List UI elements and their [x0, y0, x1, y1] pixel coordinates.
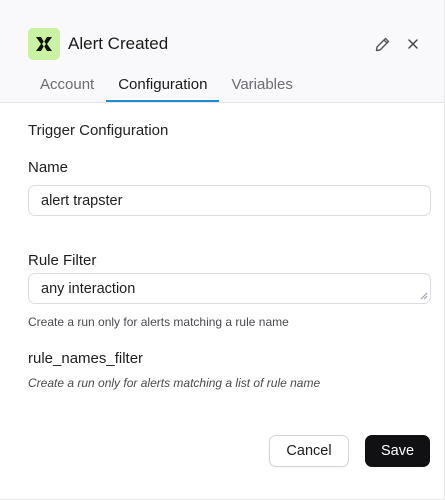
- rule-filter-help: Create a run only for alerts matching a …: [28, 315, 289, 329]
- cancel-button[interactable]: Cancel: [269, 435, 349, 467]
- rule-names-filter-help: Create a run only for alerts matching a …: [28, 376, 321, 390]
- tab-bar: Account Configuration Variables: [28, 68, 305, 102]
- section-title: Trigger Configuration: [28, 122, 169, 139]
- app-logo-icon: [28, 28, 60, 60]
- resize-handle-icon[interactable]: [419, 291, 428, 300]
- tab-configuration[interactable]: Configuration: [106, 68, 220, 102]
- close-button[interactable]: [402, 33, 424, 55]
- x-logo-icon: [36, 37, 52, 51]
- tab-account[interactable]: Account: [28, 68, 106, 102]
- rule-filter-label: Rule Filter: [28, 252, 97, 269]
- rule-filter-textarea[interactable]: [28, 273, 431, 304]
- panel-title: Alert Created: [68, 34, 169, 53]
- save-button[interactable]: Save: [365, 435, 430, 467]
- name-input[interactable]: [28, 185, 431, 216]
- close-icon: [408, 39, 418, 49]
- pencil-icon: [375, 37, 389, 51]
- name-label: Name: [28, 159, 69, 176]
- tab-variables[interactable]: Variables: [219, 68, 304, 102]
- rule-names-filter-label: rule_names_filter: [28, 350, 144, 367]
- trigger-config-panel: Alert Created Account Configuration Vari…: [0, 0, 445, 500]
- edit-button[interactable]: [371, 33, 393, 55]
- panel-header: Alert Created Account Configuration Vari…: [0, 0, 444, 103]
